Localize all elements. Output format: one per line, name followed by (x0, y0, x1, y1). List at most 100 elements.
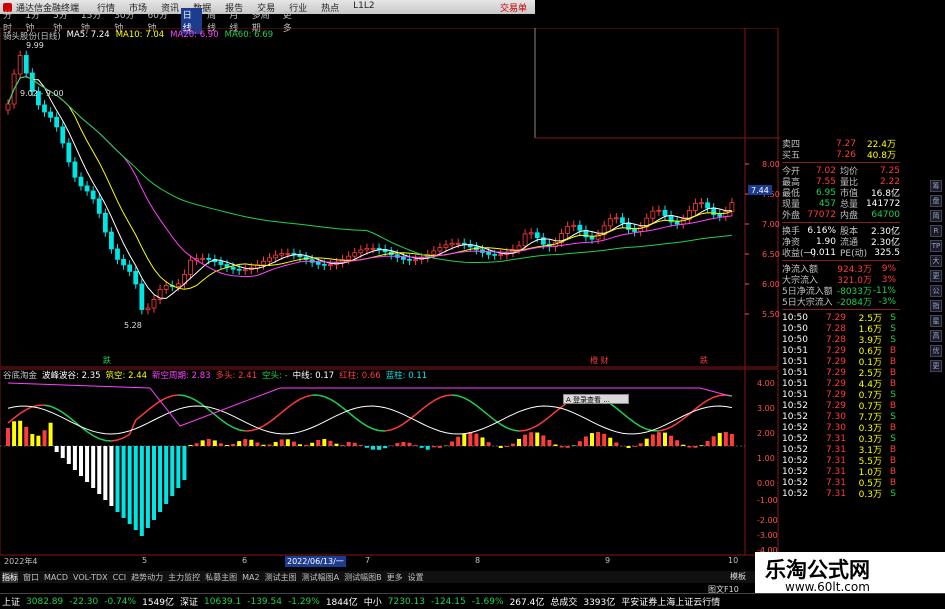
candle (516, 245, 522, 250)
candle (346, 255, 352, 261)
tick-time: 10:50 (782, 312, 808, 323)
login-tooltip[interactable]: A 登录查看 ... (563, 394, 629, 404)
indicator-tab[interactable]: MA2 (242, 573, 259, 582)
date-tick: 2022/06/13/一 (285, 556, 346, 567)
stat-value: 6.16% (807, 225, 836, 236)
toolbar-button[interactable]: 简 (930, 210, 942, 222)
indicator-bar (371, 446, 375, 450)
indicator-tab[interactable]: 指标 (2, 571, 18, 583)
tick-side: S (890, 433, 896, 444)
candle (78, 176, 84, 187)
flow-pct: -3% (878, 296, 896, 307)
indicator-line-trend (536, 420, 544, 427)
indicator-line-trend (469, 400, 477, 407)
indicator-tab[interactable]: 主力监控 (168, 572, 200, 583)
indicator-bar (328, 440, 333, 446)
indicator-line-trend (263, 421, 270, 427)
indicator-line-trend (609, 402, 617, 409)
status-item: 1844亿 (325, 598, 358, 608)
candle (206, 257, 212, 260)
indicator-legend-item: 筑空: 2.44 (105, 371, 148, 381)
menu-item[interactable]: 热点 (321, 1, 339, 14)
toolbar-button[interactable]: 指 (930, 300, 942, 312)
toolbar-button[interactable]: R (930, 225, 942, 237)
toolbar-button[interactable]: 大 (930, 255, 942, 267)
tick-time: 10:51 (782, 356, 808, 367)
indicator-bar (547, 439, 552, 446)
indicator-bar (66, 446, 71, 464)
watermark-url: www.60lt.com (785, 580, 870, 594)
trade-badge[interactable]: 交易单 (500, 1, 535, 14)
toolbar-button[interactable]: 盘 (930, 195, 942, 207)
indicator-bar (200, 440, 205, 446)
status-item: -0.74% (104, 596, 137, 607)
indicator-tab[interactable]: 测试幅图A (302, 572, 339, 583)
indicator-bar (517, 438, 521, 446)
candle (236, 268, 242, 271)
indicator-line-trend (153, 400, 161, 407)
indicator-tab[interactable]: 趋势动力 (131, 572, 163, 583)
indicator-tab[interactable]: 窗口 (23, 572, 39, 583)
tick-price: 7.29 (825, 389, 846, 400)
tick-time: 10:52 (782, 444, 808, 455)
indicator-tab[interactable]: 测试幅图B (344, 572, 382, 583)
indicator-bar (121, 446, 126, 518)
indicator-bar (650, 434, 655, 446)
tick-side: B (889, 345, 896, 356)
tick-price: 7.31 (825, 433, 846, 444)
toolbar-button[interactable]: 优 (930, 345, 942, 357)
indicator-line-trend (128, 419, 137, 435)
candle (699, 202, 704, 205)
indicator-legend-item: 波峰波谷: 2.35 (42, 371, 101, 381)
status-item: 1549亿 (142, 598, 174, 608)
toolbar-button[interactable]: 筹 (930, 180, 942, 192)
indicator-bar (212, 440, 217, 446)
toolbar-button[interactable]: 更 (930, 270, 942, 282)
indicator-line-trend (670, 422, 678, 428)
quote-row: 10:52 7.29 0.7万 B (782, 400, 900, 413)
indicator-bar (462, 433, 467, 446)
indicator-bar (486, 442, 491, 446)
candle (102, 212, 108, 233)
indicator-line-trend (172, 394, 179, 397)
candle (188, 259, 193, 275)
indicator-tab[interactable]: CCI (113, 573, 127, 582)
quote-row: 10:51 7.29 0.6万 B (782, 345, 900, 358)
quote-row: 10:52 7.31 1.0万 B (782, 466, 900, 479)
toolbar-button[interactable]: 更 (930, 360, 942, 372)
indicator-tab[interactable]: MACD (44, 573, 68, 582)
indicator-tab[interactable]: 测试主图 (265, 572, 297, 583)
price-axis-label: 7.00 (762, 220, 780, 229)
toolbar-button[interactable]: TP (930, 240, 942, 252)
tick-time: 10:52 (782, 411, 808, 422)
indicator-bar (127, 446, 132, 524)
indicator-tab[interactable]: 设置 (408, 572, 424, 583)
indicator-bar (669, 435, 674, 446)
indicator-bar (480, 437, 485, 446)
candle (230, 266, 236, 270)
chart-area[interactable]: 8.007.507.006.506.005.507.444.003.002.00… (0, 28, 780, 556)
quote-row: 10:51 7.29 4.4万 B (782, 378, 900, 391)
divider (782, 260, 900, 261)
quote-row: 10:52 7.31 0.3万 S (782, 488, 900, 501)
indicator-bar (413, 445, 418, 446)
quote-row: 10:50 7.28 1.6万 S (782, 323, 900, 336)
toolbar-button[interactable]: 高 (930, 330, 942, 342)
flow-pct: 9% (881, 263, 896, 274)
quote-row: 10:52 7.31 3.1万 B (782, 444, 900, 457)
template-label[interactable]: 模板 (730, 571, 746, 582)
candle (498, 254, 504, 256)
indicator-axis-label: 3.00 (757, 404, 775, 413)
indicator-tab[interactable]: 私募主图 (205, 572, 237, 583)
tick-side: B (889, 378, 896, 389)
indicator-line-trend (19, 408, 27, 415)
toolbar-button[interactable]: 公 (930, 285, 942, 297)
chart-svg[interactable]: 8.007.507.006.506.005.507.444.003.002.00… (0, 28, 780, 556)
ask-price: 7.27 (835, 138, 856, 149)
indicator-line-envelope (7, 382, 731, 427)
indicator-bar (705, 440, 710, 446)
indicator-tab[interactable]: 更多 (387, 572, 403, 583)
toolbar-button[interactable]: 星 (930, 315, 942, 327)
menu-item[interactable]: L1L2 (353, 1, 374, 14)
indicator-tab[interactable]: VOL-TDX (73, 573, 108, 582)
